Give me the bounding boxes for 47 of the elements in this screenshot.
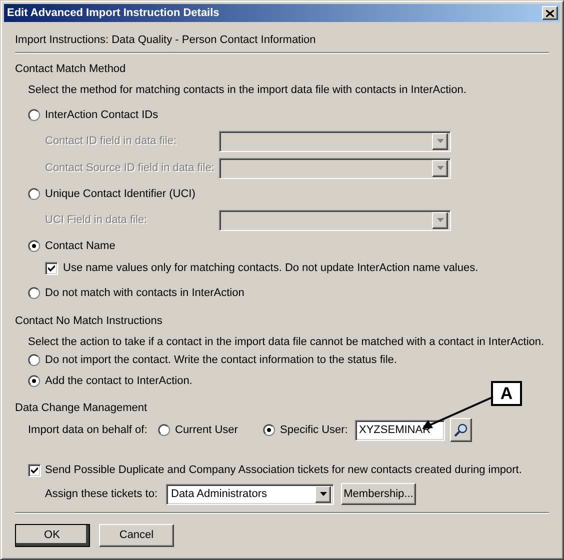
radio-button[interactable] (28, 287, 40, 299)
radio-label: Do not import the contact. Write the contact information to the status file. (45, 354, 397, 366)
check-icon (31, 466, 38, 474)
radio-label: Unique Contact Identifier (UCI) (45, 188, 196, 200)
check-icon (48, 264, 55, 272)
radio-button[interactable] (28, 240, 40, 252)
field-label: Import data on behalf of: (28, 424, 148, 436)
radio-label: Do not match with contacts in InterAction (45, 287, 244, 299)
section-heading: Data Change Management (15, 402, 148, 414)
section-heading: Contact Match Method (15, 63, 126, 75)
radio-button[interactable] (28, 188, 40, 200)
caret-icon (436, 218, 444, 222)
dropdown[interactable]: Data Administrators (166, 484, 334, 504)
radio-button[interactable] (263, 424, 275, 436)
close-icon (546, 10, 554, 16)
search-button[interactable] (450, 418, 472, 442)
field-label: Contact ID field in data file: (45, 135, 178, 147)
field-label: Contact Source ID field in data file: (45, 162, 216, 174)
description: Select the method for matching contacts in the import data file with contacts in InterAction. (28, 84, 466, 96)
caret-icon (436, 166, 444, 170)
close-button[interactable] (542, 6, 558, 20)
membership-button[interactable]: Membership... (341, 483, 416, 505)
field-label: Assign these tickets to: (45, 488, 158, 500)
radio-button[interactable] (28, 354, 40, 366)
radio-button[interactable] (158, 424, 170, 436)
callout-label: A (491, 381, 522, 406)
section-heading: Contact No Match Instructions (15, 315, 162, 327)
dialog-button[interactable]: OK (15, 524, 90, 546)
caret-icon (436, 139, 444, 143)
description: Select the action to take if a contact in the import data file cannot be matched with a contact in InterAction. (28, 336, 544, 348)
radio-label: Contact Name (45, 240, 116, 252)
window-title: Edit Advanced Import Instruction Details (7, 7, 220, 19)
dialog-button[interactable]: Cancel (99, 524, 174, 546)
checkbox-label: Send Possible Duplicate and Company Association tickets for new contacts created during import. (45, 464, 522, 476)
radio-label: InterAction Contact IDs (45, 109, 158, 121)
checkbox[interactable] (28, 464, 41, 476)
radio-label: Specific User: (280, 424, 348, 436)
checkbox-label: Use name values only for matching contacts. Do not update InterAction name values. (63, 262, 478, 274)
radio-button[interactable] (28, 109, 40, 121)
radio-label: Current User (175, 424, 238, 436)
caret-icon (320, 492, 326, 496)
search-icon (454, 423, 468, 437)
radio-label: Add the contact to InterAction. (45, 375, 192, 387)
field-label: UCI Field in data file: (45, 214, 148, 226)
checkbox[interactable] (45, 262, 58, 274)
header-text: Import Instructions: Data Quality - Person Contact Information (15, 34, 316, 46)
radio-button[interactable] (28, 375, 40, 387)
